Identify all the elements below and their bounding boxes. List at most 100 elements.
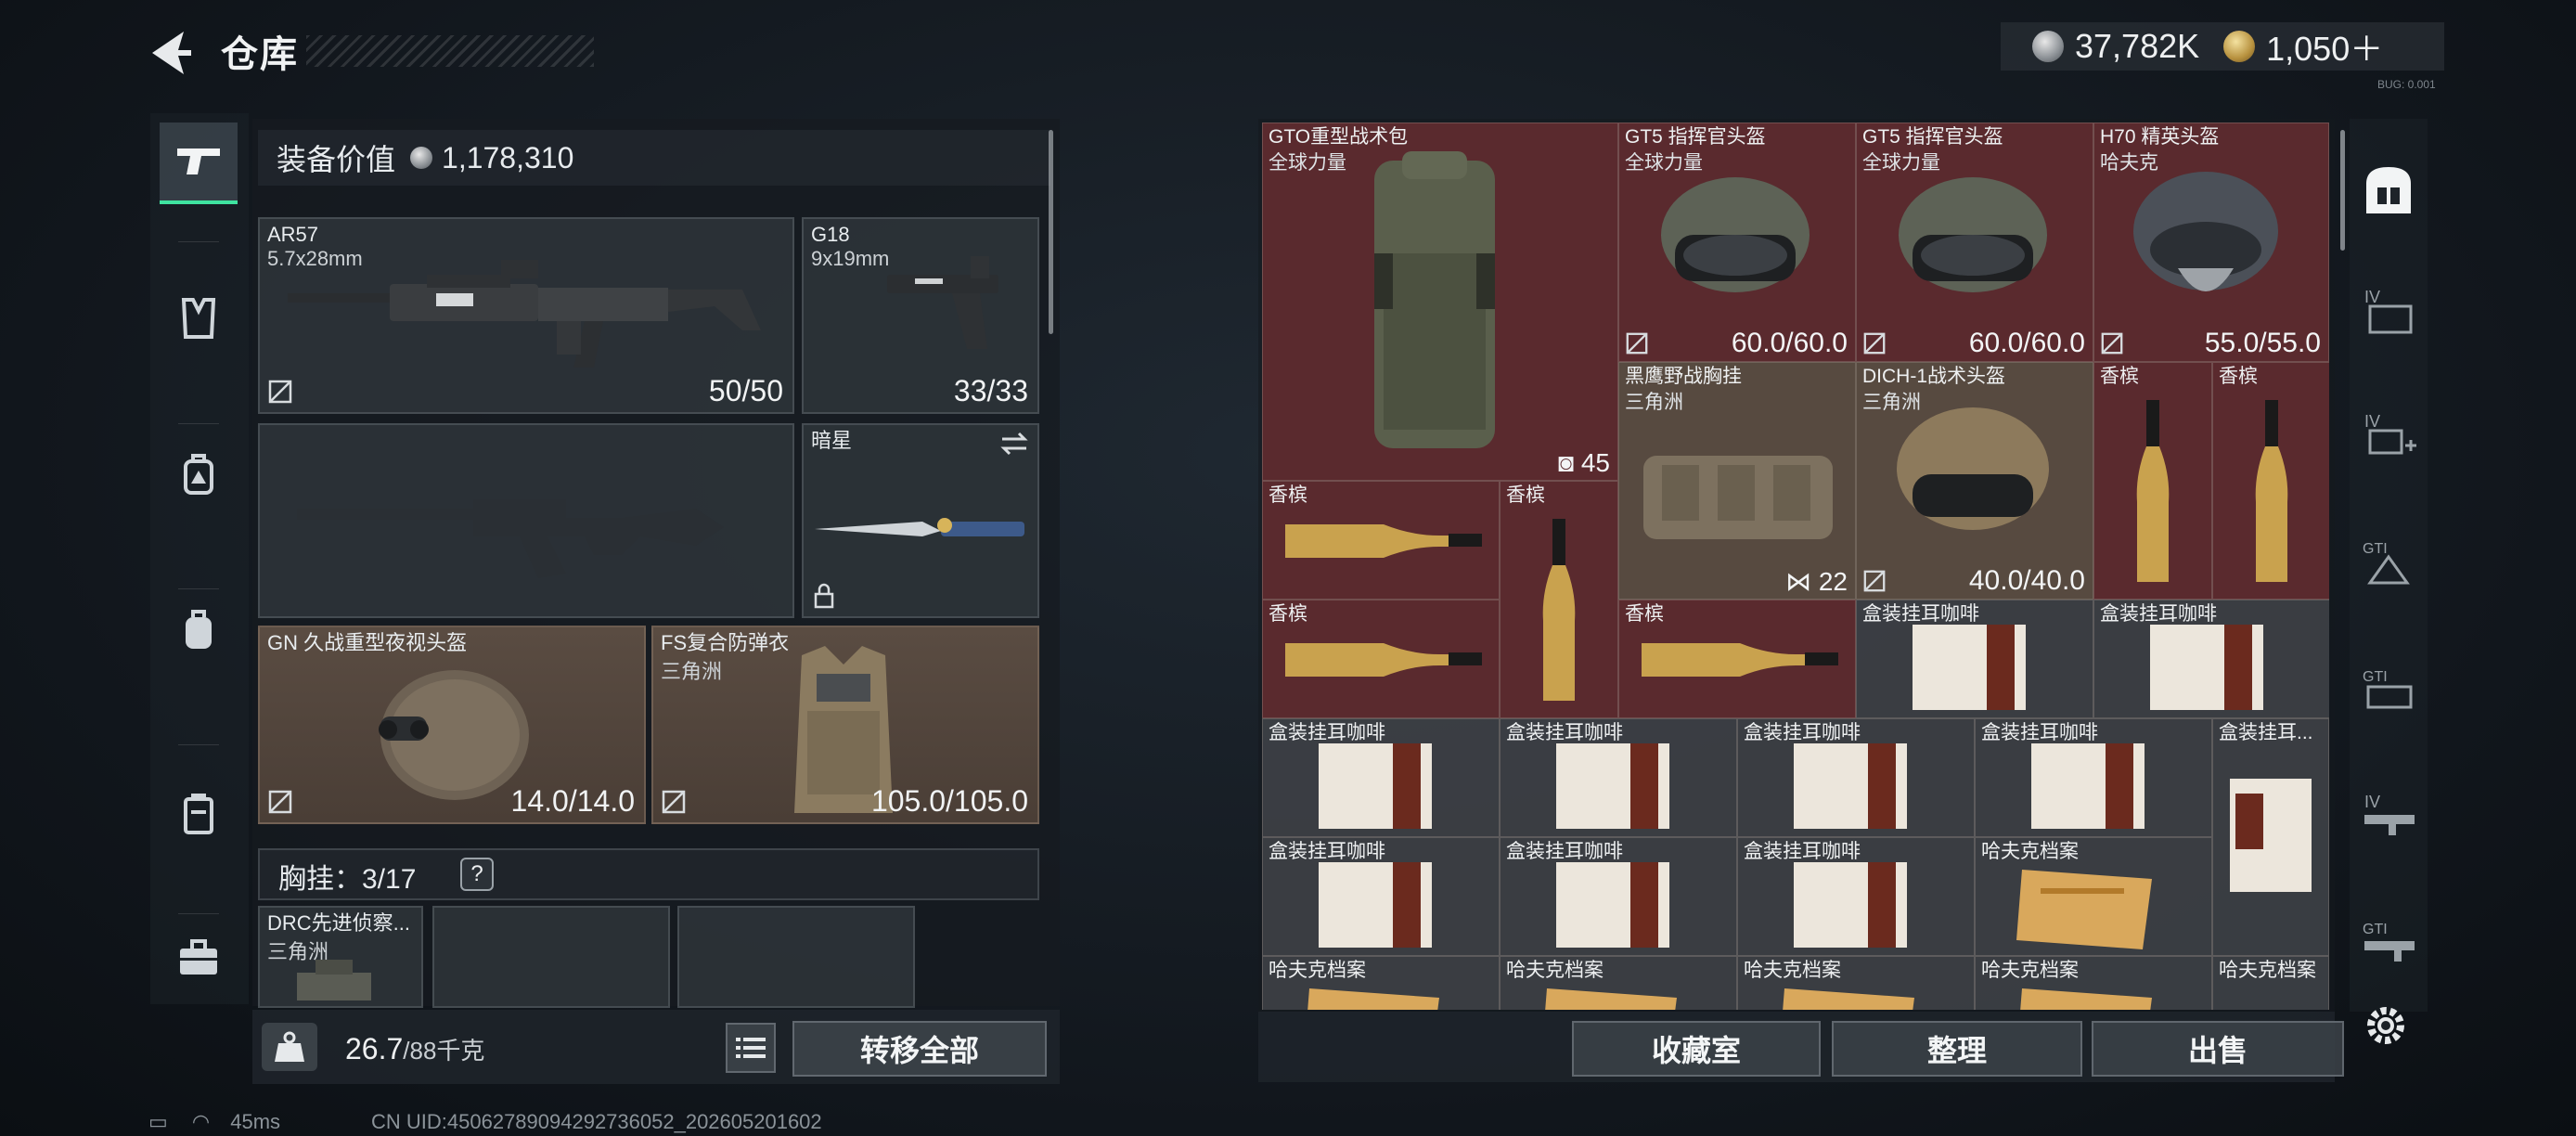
chest-rig-slot-empty[interactable] xyxy=(677,906,915,1008)
primary-weapon-slot[interactable]: AR57 5.7x28mm 50/50 xyxy=(258,217,794,414)
champagne-bottle-image xyxy=(2136,400,2170,582)
svg-text:GTI: GTI xyxy=(2363,541,2388,557)
stash-item[interactable]: 香槟 xyxy=(2093,362,2212,600)
stash-item[interactable]: 哈夫克档案 xyxy=(1737,956,1975,1010)
stash-item[interactable]: 盒装挂耳咖啡 xyxy=(2093,600,2329,718)
backpack-chest-icon[interactable] xyxy=(160,434,238,516)
stash-item[interactable]: 香槟 xyxy=(1262,600,1500,718)
melee-slot[interactable]: 暗星 xyxy=(802,423,1039,618)
secondary-weapon-slot-empty[interactable] xyxy=(258,423,794,618)
stash-item[interactable]: GT5 指挥官头盔 全球力量 60.0/60.0 xyxy=(1618,123,1856,362)
sell-button[interactable]: 出售 xyxy=(2092,1021,2344,1077)
stash-item[interactable]: H70 精英头盔 哈夫克 55.0/55.0 xyxy=(2093,123,2329,362)
helmet-image xyxy=(1897,407,2049,530)
ar57-rifle-image xyxy=(288,260,761,368)
stash-item[interactable]: 香槟 xyxy=(2212,362,2329,600)
tier-iv-gun-icon[interactable]: IV xyxy=(2351,768,2426,861)
equipment-value-label: 装备价值 xyxy=(277,143,396,176)
coffee-box-image xyxy=(1794,862,1907,948)
currency-bar[interactable]: 37,782K 1,050＋ xyxy=(2001,22,2444,71)
stash-scrollbar[interactable] xyxy=(2340,130,2345,251)
stash-item[interactable]: GT5 指挥官头盔 全球力量 60.0/60.0 xyxy=(1856,123,2093,362)
battery-icon: ▭ xyxy=(148,1110,168,1133)
help-button[interactable]: ? xyxy=(460,858,494,891)
svg-text:IV: IV xyxy=(2364,412,2380,431)
helmet-image xyxy=(1899,177,2047,292)
ping-value: 45ms xyxy=(230,1110,281,1133)
helmet-slot[interactable]: GN 久战重型夜视头盔 14.0/14.0 xyxy=(258,626,646,824)
swap-icon[interactable] xyxy=(998,431,1030,457)
stash-item[interactable]: 盒装挂耳咖啡 xyxy=(1856,600,2093,718)
user-uid: CN UID:4506278909429273605​2_20260520160… xyxy=(371,1110,822,1133)
stash-grid[interactable]: GTO重型战术包 全球力量 ◙ 45 GT5 指挥官头盔 全球力量 60.0/6… xyxy=(1262,123,2329,1010)
item-durability: 40.0/40.0 xyxy=(1968,565,2085,596)
coffee-box-image xyxy=(1319,862,1432,948)
stash-item[interactable]: 盒装挂耳咖啡 xyxy=(1500,837,1737,956)
coffee-box-image xyxy=(2031,743,2145,829)
list-view-button[interactable] xyxy=(726,1023,776,1073)
stash-item[interactable]: 哈夫克档案 xyxy=(2212,956,2329,1010)
melee-name: 暗星 xyxy=(811,429,853,452)
carry-weight: 26.7/88千克 xyxy=(345,1032,484,1066)
chest-rig-label: 胸挂 xyxy=(278,864,334,895)
svg-text:IV: IV xyxy=(2364,793,2380,811)
item-name: GT5 指挥官头盔 xyxy=(1862,126,2003,148)
stash-item[interactable]: DICH-1战术头盔 三角洲 40.0/40.0 xyxy=(1856,362,2093,600)
settings-gear-icon[interactable] xyxy=(2361,1000,2411,1051)
stash-item[interactable]: 香槟 xyxy=(1500,481,1618,718)
tier-iv-add-icon[interactable]: IV xyxy=(2351,388,2426,481)
page-title: 仓库 xyxy=(221,34,299,75)
coffee-box-image xyxy=(1319,743,1432,829)
stash-item[interactable]: 香槟 xyxy=(1618,600,1856,718)
wifi-icon: ◠ xyxy=(191,1110,211,1133)
loadout-scrollbar[interactable] xyxy=(1049,130,1053,334)
stash-item[interactable]: GTO重型战术包 全球力量 ◙ 45 xyxy=(1262,123,1618,481)
chest-rig-slot-empty[interactable] xyxy=(432,906,670,1008)
transfer-all-button[interactable]: 转移全部 xyxy=(792,1021,1047,1077)
equipment-value-amount: 1,178,310 xyxy=(442,140,574,174)
stash-item[interactable]: 哈夫克档案 xyxy=(1975,837,2212,956)
helmet-name: GN 久战重型夜视头盔 xyxy=(267,631,468,654)
sidearm-slot[interactable]: G18 9x19mm 33/33 xyxy=(802,217,1039,414)
stash-item[interactable]: 哈夫克档案 xyxy=(1262,956,1500,1010)
stash-item[interactable]: 盒装挂耳咖啡 xyxy=(1737,718,1975,837)
item-name: 香槟 xyxy=(1269,603,1307,625)
svg-text:GTI: GTI xyxy=(2363,922,2388,937)
silver-coin-icon xyxy=(410,147,433,169)
gti-case-icon[interactable]: GTI xyxy=(2351,642,2426,735)
stash-item[interactable]: 盒装挂耳咖啡 xyxy=(1262,837,1500,956)
item-faction: 三角洲 xyxy=(1625,392,1683,413)
weight-icon xyxy=(262,1023,317,1071)
backpack-icon[interactable] xyxy=(160,590,238,672)
chest-rig-item[interactable]: DRC先进侦察... 三角洲 xyxy=(258,906,423,1008)
champagne-bottle-image xyxy=(1642,643,1838,677)
tier-iv-case-icon[interactable]: IV xyxy=(2351,264,2426,356)
no-insurance-icon xyxy=(662,790,686,814)
pistol-icon[interactable] xyxy=(160,123,238,204)
sort-button[interactable]: 整理 xyxy=(1832,1021,2082,1077)
armor-vest-icon[interactable] xyxy=(160,277,238,358)
stash-item[interactable]: 香槟 xyxy=(1262,481,1500,600)
stash-item[interactable]: 黑鹰野战胸挂 三角洲 ⋈ 22 xyxy=(1618,362,1856,600)
item-faction: 全球力量 xyxy=(1269,152,1346,174)
stash-item[interactable]: 盒装挂耳咖啡 xyxy=(1975,718,2212,837)
gti-gun-icon[interactable]: GTI xyxy=(2351,895,2426,988)
no-insurance-icon xyxy=(1863,570,1886,592)
champagne-bottle-image xyxy=(1285,643,1482,677)
stash-home-icon[interactable] xyxy=(2351,143,2426,236)
stash-item[interactable]: 盒装挂耳咖啡 xyxy=(1737,837,1975,956)
item-name: H70 精英头盔 xyxy=(2100,126,2220,148)
stash-item[interactable]: 哈夫克档案 xyxy=(1500,956,1737,1010)
back-arrow-icon[interactable] xyxy=(147,28,193,78)
armor-slot[interactable]: FS复合防弹衣 三角洲 105.0/105.0 xyxy=(651,626,1039,824)
weapon-name: G18 xyxy=(811,223,850,246)
stash-item[interactable]: 盒装挂耳咖啡 xyxy=(1262,718,1500,837)
toolbox-icon[interactable] xyxy=(160,917,238,999)
stash-item[interactable]: 哈夫克档案 xyxy=(1975,956,2212,1010)
stash-item[interactable]: 盒装挂耳咖啡 xyxy=(1500,718,1737,837)
collection-room-button[interactable]: 收藏室 xyxy=(1572,1021,1821,1077)
case-icon[interactable] xyxy=(160,772,238,854)
gti-a-icon[interactable]: GTI xyxy=(2351,514,2426,607)
stash-item[interactable]: 盒装挂耳... xyxy=(2212,718,2329,956)
no-insurance-icon xyxy=(1626,332,1648,355)
